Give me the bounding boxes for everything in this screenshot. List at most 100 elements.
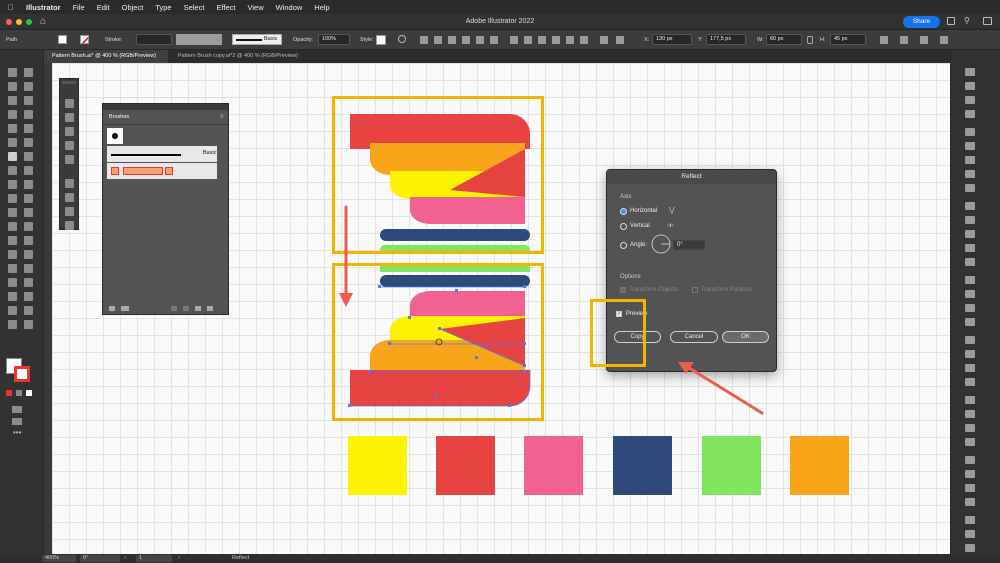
- libraries-icon[interactable]: [965, 96, 975, 104]
- appearance-icon[interactable]: [965, 244, 975, 252]
- variable-width-profile[interactable]: [176, 34, 222, 45]
- puppet-warp-tool-icon[interactable]: [8, 292, 17, 301]
- brush-row-basic[interactable]: Basic: [107, 146, 217, 162]
- shape-properties-icon[interactable]: [900, 36, 908, 44]
- app-menu[interactable]: Illustrator: [20, 3, 67, 12]
- swatch-pink[interactable]: [524, 436, 583, 495]
- transform-patterns-checkbox[interactable]: [692, 287, 698, 293]
- symbols-icon[interactable]: [965, 184, 975, 192]
- attributes-icon[interactable]: [965, 498, 975, 506]
- free-transform-tool-icon[interactable]: [24, 166, 33, 175]
- brushes-panel-title[interactable]: Brushes: [103, 110, 133, 124]
- reflect-tool-icon[interactable]: [8, 152, 17, 161]
- color-guide-icon[interactable]: [965, 142, 975, 150]
- remove-brush-stroke-icon[interactable]: [171, 306, 177, 311]
- next-artboard-icon[interactable]: ›: [178, 555, 180, 561]
- swatch-red[interactable]: [436, 436, 495, 495]
- symbol-sprayer-tool-icon[interactable]: [8, 222, 17, 231]
- stroke-weight-field[interactable]: [136, 34, 172, 45]
- paragraph-icon[interactable]: [965, 350, 975, 358]
- close-window-icon[interactable]: [6, 19, 12, 25]
- panel-menu-icon[interactable]: ≡: [220, 114, 224, 120]
- transparency-icon[interactable]: [965, 230, 975, 238]
- none-mode-icon[interactable]: [26, 390, 32, 396]
- curvature-tool-icon[interactable]: [24, 96, 33, 105]
- isolate-icon[interactable]: [920, 36, 928, 44]
- menu-object[interactable]: Object: [116, 3, 150, 12]
- original-pattern-artwork[interactable]: [332, 96, 544, 254]
- new-brush-icon[interactable]: [195, 306, 201, 311]
- mini-select-icon[interactable]: [65, 113, 74, 122]
- info-icon[interactable]: [965, 456, 975, 464]
- brush-row-pattern[interactable]: [107, 163, 217, 179]
- stroke-color-swatch[interactable]: [14, 366, 30, 382]
- live-paint-tool-icon[interactable]: [8, 306, 17, 315]
- column-graph-tool-icon[interactable]: [24, 222, 33, 231]
- layers-icon[interactable]: [965, 82, 975, 90]
- zoom-window-icon[interactable]: [26, 19, 32, 25]
- draw-mode-icon[interactable]: [12, 406, 22, 413]
- comments-icon[interactable]: [965, 544, 975, 552]
- menu-file[interactable]: File: [67, 3, 91, 12]
- live-paint-selection-tool-icon[interactable]: [24, 306, 33, 315]
- align-middle-icon[interactable]: [476, 36, 484, 44]
- distribute-middle-icon[interactable]: [524, 36, 532, 44]
- zoom-field[interactable]: 400%: [42, 555, 76, 562]
- selection-tool-icon[interactable]: [8, 68, 17, 77]
- pencil-tool-icon[interactable]: [24, 320, 33, 329]
- scissors-tool-icon[interactable]: [24, 278, 33, 287]
- opentype-icon[interactable]: [965, 364, 975, 372]
- width-tool-icon[interactable]: [8, 166, 17, 175]
- mini-selection-icon[interactable]: [65, 99, 74, 108]
- zoom-tool-icon[interactable]: [24, 250, 33, 259]
- hand-tool-icon[interactable]: [8, 250, 17, 259]
- links-icon[interactable]: [965, 396, 975, 404]
- discover-icon[interactable]: [947, 17, 955, 25]
- fill-swatch[interactable]: [58, 35, 67, 44]
- align-right-icon[interactable]: [448, 36, 456, 44]
- character-icon[interactable]: [965, 336, 975, 344]
- h-field[interactable]: 45 px: [830, 34, 866, 45]
- rotation-field[interactable]: 0°: [80, 555, 120, 562]
- slice-tool-icon[interactable]: [24, 236, 33, 245]
- artboard-field[interactable]: 1: [136, 555, 172, 562]
- edit-toolbar-icon[interactable]: •••: [13, 428, 21, 437]
- swatch-navy[interactable]: [613, 436, 672, 495]
- menu-effect[interactable]: Effect: [210, 3, 241, 12]
- knife-tool-icon[interactable]: [8, 278, 17, 287]
- graphic-styles-icon[interactable]: [965, 258, 975, 266]
- brushes-icon[interactable]: [965, 170, 975, 178]
- distribute-left-icon[interactable]: [552, 36, 560, 44]
- menu-window[interactable]: Window: [270, 3, 309, 12]
- eyedropper-tool-icon[interactable]: [8, 208, 17, 217]
- line-tool-icon[interactable]: [24, 110, 33, 119]
- share-button[interactable]: Share: [903, 16, 940, 28]
- artboards-icon[interactable]: [965, 410, 975, 418]
- pen-tool-icon[interactable]: [8, 96, 17, 105]
- color-icon[interactable]: [965, 128, 975, 136]
- vertical-radio[interactable]: [620, 223, 627, 230]
- ok-button[interactable]: OK: [722, 331, 769, 343]
- swatch-yellow[interactable]: [348, 436, 407, 495]
- type-tool-icon[interactable]: [8, 110, 17, 119]
- shaper-tool-icon[interactable]: [8, 138, 17, 147]
- gradient-icon[interactable]: [965, 216, 975, 224]
- apple-icon[interactable]: : [0, 3, 20, 12]
- drag-handle[interactable]: [62, 81, 76, 84]
- color-mode-icon[interactable]: [6, 390, 12, 396]
- menu-type[interactable]: Type: [149, 3, 177, 12]
- blob-brush-tool-icon[interactable]: [8, 320, 17, 329]
- swatch-orange[interactable]: [790, 436, 849, 495]
- distribute-right-icon[interactable]: [580, 36, 588, 44]
- reflected-pattern-artwork[interactable]: [332, 263, 544, 421]
- rotate-view-tool-icon[interactable]: [8, 264, 17, 273]
- mini-brush-icon[interactable]: [65, 179, 74, 188]
- brush-libraries-menu-icon[interactable]: [121, 306, 129, 311]
- graphic-style-swatch[interactable]: [376, 35, 386, 45]
- w-field[interactable]: 60 px: [766, 34, 802, 45]
- brush-tile-round[interactable]: [107, 128, 123, 144]
- transform-panel-icon[interactable]: [965, 304, 975, 312]
- opacity-field[interactable]: 100%: [318, 34, 350, 45]
- brush-libraries-icon[interactable]: [109, 306, 115, 311]
- distribute-bottom-icon[interactable]: [538, 36, 546, 44]
